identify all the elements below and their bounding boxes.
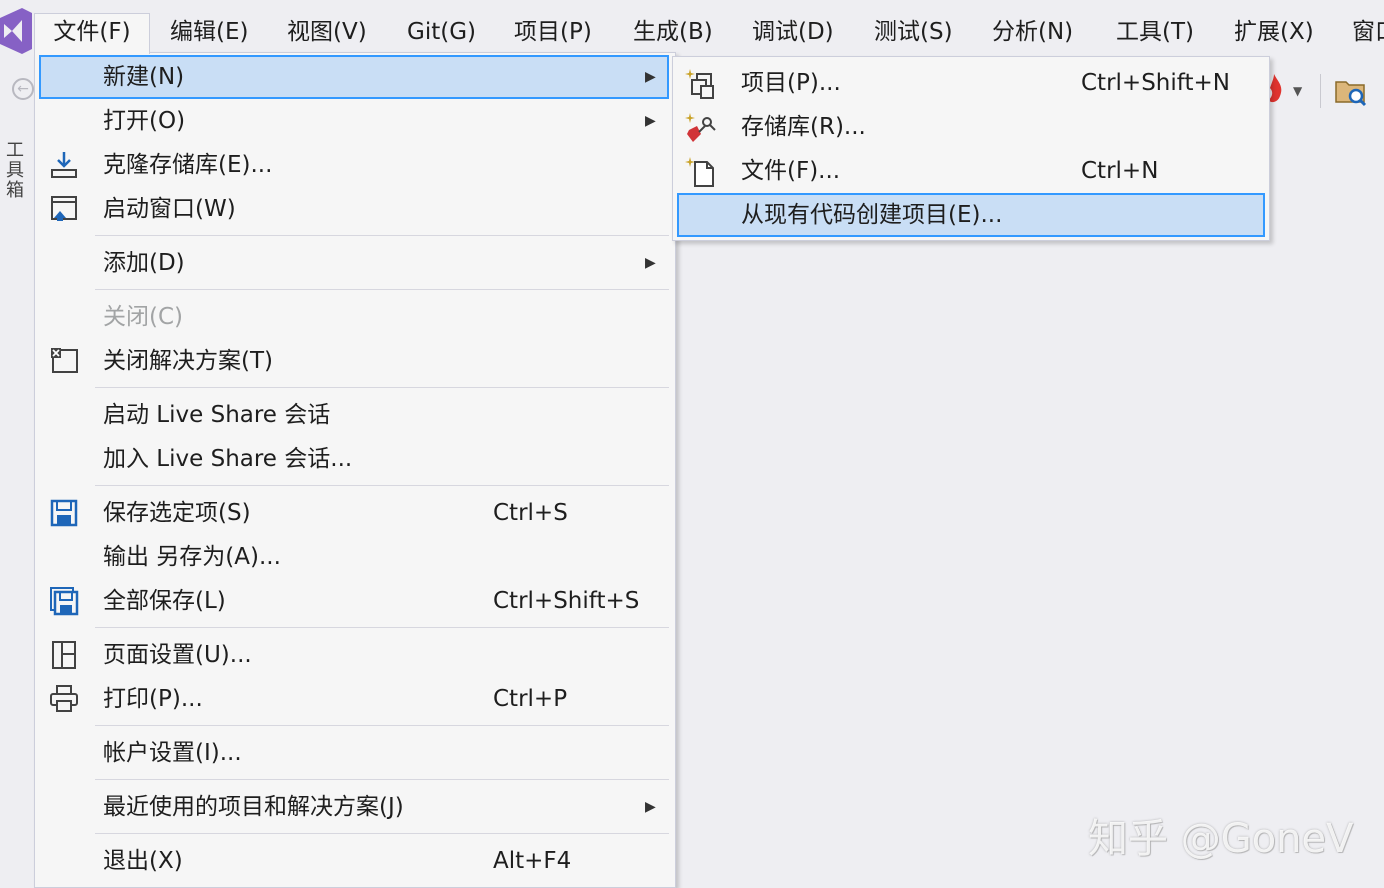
menu-item-close: 关闭(C) bbox=[39, 295, 669, 339]
menu-item-save-output-as[interactable]: 输出 另存为(A)... bbox=[39, 535, 669, 579]
menu-item-save-selected[interactable]: 保存选定项(S) Ctrl+S bbox=[39, 491, 669, 535]
menu-file[interactable]: 文件(F) bbox=[34, 13, 150, 54]
menu-item-clone-repository[interactable]: 克隆存储库(E)... bbox=[39, 143, 669, 187]
menu-item-shortcut: Ctrl+N bbox=[1081, 158, 1159, 184]
menu-item-shortcut: Alt+F4 bbox=[493, 848, 572, 874]
new-file-icon bbox=[685, 157, 714, 187]
menu-item-label: 最近使用的项目和解决方案(J) bbox=[103, 794, 404, 820]
menu-item-label: 打印(P)... bbox=[103, 686, 203, 712]
menu-item-label: 克隆存储库(E)... bbox=[103, 152, 273, 178]
submenu-arrow-icon: ▶ bbox=[645, 799, 656, 815]
submenu-arrow-icon: ▶ bbox=[645, 113, 656, 129]
submenu-item-new-file[interactable]: 文件(F)... Ctrl+N bbox=[677, 149, 1265, 193]
menu-item-recent-projects[interactable]: 最近使用的项目和解决方案(J) ▶ bbox=[39, 785, 669, 829]
menu-analyze[interactable]: 分析(N) bbox=[992, 14, 1073, 50]
visual-studio-logo-icon[interactable] bbox=[0, 8, 32, 54]
menu-item-page-setup[interactable]: 页面设置(U)... bbox=[39, 633, 669, 677]
menu-separator bbox=[95, 725, 669, 726]
menu-item-label: 帐户设置(I)... bbox=[103, 740, 242, 766]
menu-separator bbox=[95, 235, 669, 236]
menu-item-shortcut: Ctrl+P bbox=[493, 686, 568, 712]
toolbox-tab[interactable]: 工具箱 bbox=[0, 140, 26, 200]
save-all-icon bbox=[50, 587, 79, 616]
printer-icon bbox=[50, 685, 78, 712]
menu-item-label: 启动 Live Share 会话 bbox=[103, 402, 331, 428]
folder-search-icon[interactable] bbox=[1334, 76, 1368, 108]
menu-view[interactable]: 视图(V) bbox=[287, 14, 367, 50]
menu-item-label: 存储库(R)... bbox=[741, 114, 866, 140]
menu-item-account-settings[interactable]: 帐户设置(I)... bbox=[39, 731, 669, 775]
menu-item-label: 从现有代码创建项目(E)... bbox=[741, 202, 1003, 228]
close-solution-icon bbox=[51, 348, 78, 373]
menu-debug[interactable]: 调试(D) bbox=[752, 14, 834, 50]
submenu-item-new-project[interactable]: 项目(P)... Ctrl+Shift+N bbox=[677, 61, 1265, 105]
menu-item-add[interactable]: 添加(D) ▶ bbox=[39, 241, 669, 285]
submenu-item-new-repository[interactable]: 存储库(R)... bbox=[677, 105, 1265, 149]
menu-item-label: 关闭解决方案(T) bbox=[103, 348, 273, 374]
menu-item-label: 输出 另存为(A)... bbox=[103, 544, 281, 570]
menu-item-shortcut: Ctrl+Shift+S bbox=[493, 588, 640, 614]
menu-item-label: 关闭(C) bbox=[103, 304, 184, 330]
menu-item-label: 页面设置(U)... bbox=[103, 642, 252, 668]
menu-item-label: 加入 Live Share 会话... bbox=[103, 446, 353, 472]
menu-separator bbox=[95, 833, 669, 834]
menu-extensions[interactable]: 扩展(X) bbox=[1234, 14, 1314, 50]
menu-git[interactable]: Git(G) bbox=[407, 14, 476, 50]
menu-separator bbox=[95, 627, 669, 628]
menu-item-open[interactable]: 打开(O) ▶ bbox=[39, 99, 669, 143]
start-window-icon bbox=[51, 196, 77, 221]
new-submenu-dropdown: 项目(P)... Ctrl+Shift+N 存储库(R)... 文件(F)...… bbox=[672, 56, 1270, 241]
menu-item-exit[interactable]: 退出(X) Alt+F4 bbox=[39, 839, 669, 883]
menu-separator bbox=[95, 779, 669, 780]
menu-item-new[interactable]: 新建(N) ▶ bbox=[39, 55, 669, 99]
submenu-arrow-icon: ▶ bbox=[645, 255, 656, 271]
menu-window[interactable]: 窗口 bbox=[1352, 14, 1384, 50]
watermark: 知乎 @GoneV bbox=[1088, 816, 1354, 862]
menu-item-shortcut: Ctrl+Shift+N bbox=[1081, 70, 1230, 96]
menu-item-start-live-share[interactable]: 启动 Live Share 会话 bbox=[39, 393, 669, 437]
menu-separator bbox=[95, 485, 669, 486]
menu-item-save-all[interactable]: 全部保存(L) Ctrl+Shift+S bbox=[39, 579, 669, 623]
menu-tools[interactable]: 工具(T) bbox=[1116, 14, 1194, 50]
toolbar-separator bbox=[1320, 74, 1321, 108]
submenu-item-project-from-existing-code[interactable]: 从现有代码创建项目(E)... bbox=[677, 193, 1265, 237]
menu-item-label: 启动窗口(W) bbox=[103, 196, 236, 222]
back-arrow-icon[interactable]: ← bbox=[12, 78, 34, 100]
menu-build[interactable]: 生成(B) bbox=[633, 14, 713, 50]
menu-edit[interactable]: 编辑(E) bbox=[170, 14, 248, 50]
save-icon bbox=[50, 499, 78, 527]
menu-item-label: 打开(O) bbox=[103, 108, 186, 134]
menu-item-print[interactable]: 打印(P)... Ctrl+P bbox=[39, 677, 669, 721]
menu-separator bbox=[95, 289, 669, 290]
file-menu-dropdown: 新建(N) ▶ 打开(O) ▶ 克隆存储库(E)... 启动窗口(W) 添加(D… bbox=[34, 52, 676, 888]
menu-item-label: 保存选定项(S) bbox=[103, 500, 251, 526]
menu-item-join-live-share[interactable]: 加入 Live Share 会话... bbox=[39, 437, 669, 481]
page-setup-icon bbox=[52, 641, 76, 669]
menu-project[interactable]: 项目(P) bbox=[514, 14, 592, 50]
menu-item-start-window[interactable]: 启动窗口(W) bbox=[39, 187, 669, 231]
menu-item-label: 全部保存(L) bbox=[103, 588, 226, 614]
submenu-arrow-icon: ▶ bbox=[645, 69, 656, 85]
menu-item-label: 新建(N) bbox=[103, 64, 185, 90]
menu-item-label: 退出(X) bbox=[103, 848, 183, 874]
menu-item-label: 添加(D) bbox=[103, 250, 185, 276]
menu-item-label: 文件(F)... bbox=[741, 158, 841, 184]
menu-item-shortcut: Ctrl+S bbox=[493, 500, 568, 526]
menu-item-close-solution[interactable]: 关闭解决方案(T) bbox=[39, 339, 669, 383]
menu-separator bbox=[95, 387, 669, 388]
menu-test[interactable]: 测试(S) bbox=[874, 14, 953, 50]
new-repository-icon bbox=[685, 113, 716, 142]
menu-item-label: 项目(P)... bbox=[741, 70, 841, 96]
chevron-down-icon[interactable]: ▼ bbox=[1293, 84, 1302, 98]
clone-download-icon bbox=[51, 152, 77, 178]
new-project-icon bbox=[685, 69, 714, 99]
